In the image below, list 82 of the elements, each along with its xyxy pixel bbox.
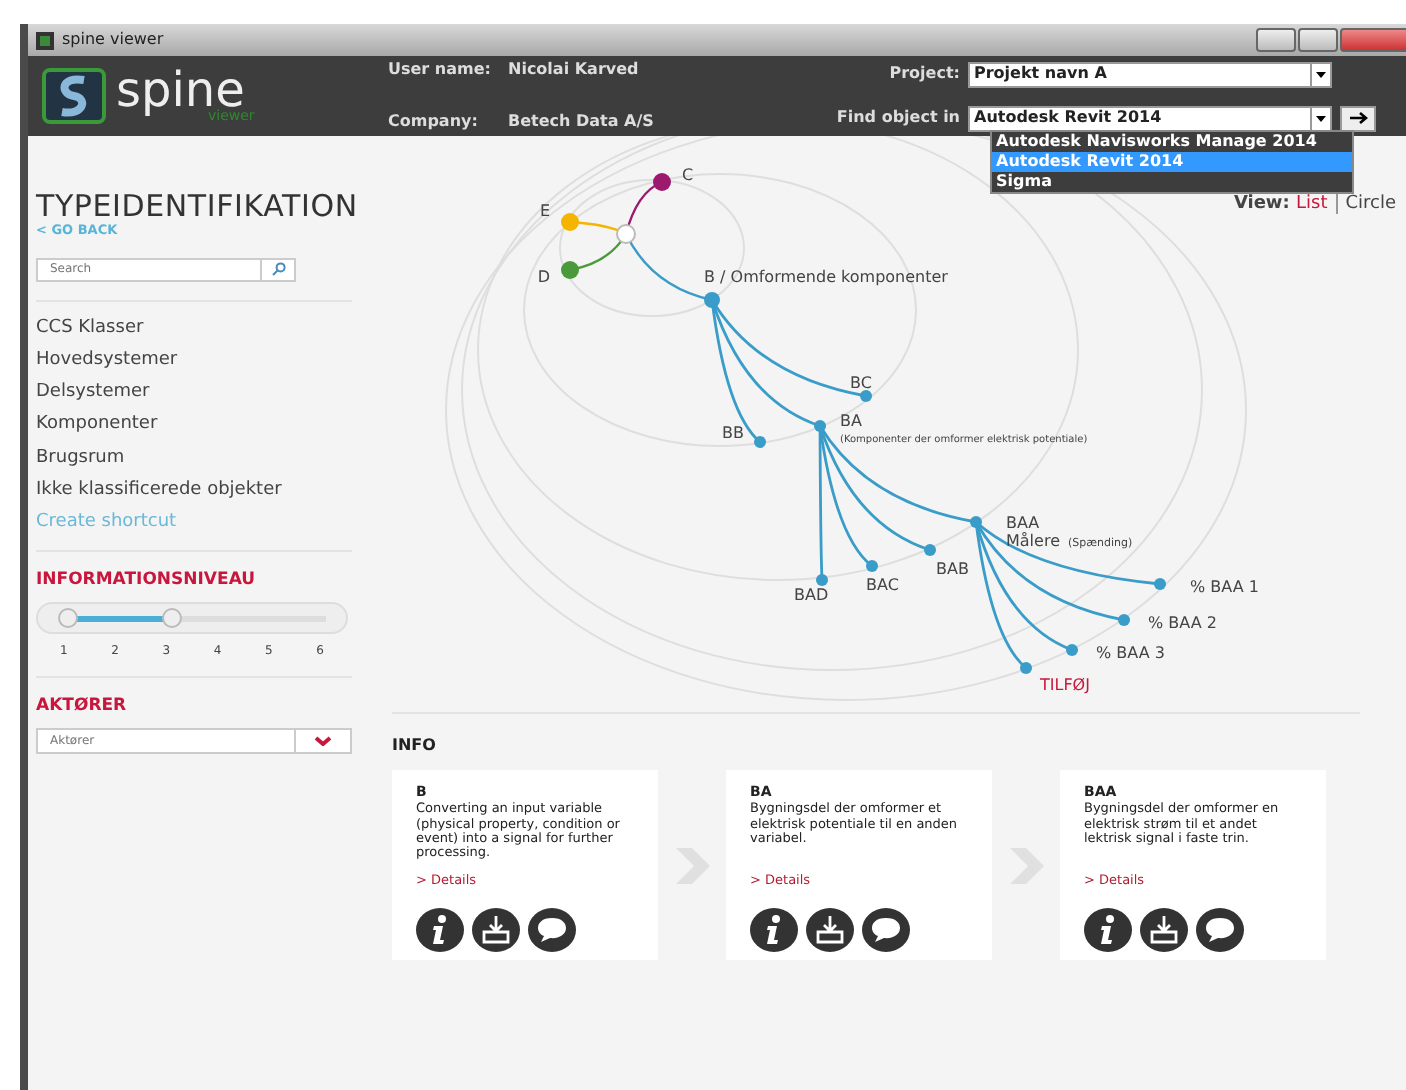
sidebar-item[interactable]: Delsystemer <box>36 376 372 409</box>
node-dot[interactable] <box>1020 662 1032 674</box>
view-label: View: <box>1233 194 1292 214</box>
view-tab[interactable]: List <box>1295 194 1328 214</box>
dropdown-toggle-button[interactable] <box>296 727 352 754</box>
sidebar-item[interactable]: Ikke klassificerede objekter <box>36 473 372 506</box>
info-icon[interactable] <box>416 908 464 953</box>
close-button[interactable] <box>1340 28 1406 52</box>
node-dot[interactable] <box>970 516 982 528</box>
info-icon[interactable] <box>750 908 798 953</box>
node-dot[interactable] <box>704 292 720 308</box>
dropdown-option[interactable]: Autodesk Navisworks Manage 2014 <box>992 132 1352 152</box>
search-icon[interactable] <box>271 262 285 277</box>
node-label: BAA <box>1006 514 1040 532</box>
chevron-down-icon <box>314 735 332 746</box>
node-label: C <box>682 166 694 184</box>
comment-icon[interactable] <box>528 908 576 953</box>
info-icon[interactable] <box>1084 908 1132 953</box>
node-label: BAB <box>936 560 969 578</box>
sidebar-item[interactable]: CCS Klasser <box>36 311 372 344</box>
node-label: B / Omformende komponenter <box>704 268 948 286</box>
node-dot[interactable] <box>561 213 579 231</box>
find-dropdown[interactable]: Autodesk Revit 2014 <box>968 105 1332 131</box>
sidebar-item[interactable]: Komponenter <box>36 408 372 442</box>
find-label: Find object in <box>834 106 962 130</box>
search-button[interactable] <box>262 257 296 282</box>
caret-icon <box>1316 115 1326 121</box>
section-title: AKTØRER <box>36 693 129 720</box>
comment-icon[interactable] <box>1196 908 1244 953</box>
sidebar-item[interactable]: Brugsrum <box>36 441 372 474</box>
node-dot[interactable] <box>816 574 828 586</box>
node-label: % BAA 2 <box>1148 614 1217 632</box>
node-dot[interactable] <box>1066 644 1078 656</box>
download-icon[interactable] <box>1140 908 1188 953</box>
user-name: Nicolai Karved <box>508 58 641 82</box>
node-label: Målere <box>1006 532 1060 550</box>
page-title: TYPEIDENTIFIKATION <box>36 192 360 222</box>
node-label: BC <box>850 374 872 392</box>
company-name: Betech Data A/S <box>508 110 656 134</box>
company-label: Company: <box>388 110 480 134</box>
minimize-button[interactable] <box>1256 28 1296 52</box>
node-label: BA <box>840 412 862 430</box>
logo-icon <box>40 66 108 126</box>
node-dot[interactable] <box>924 544 936 556</box>
project-label: Project: <box>887 62 962 86</box>
slider-handle[interactable] <box>161 607 182 628</box>
node-dot[interactable] <box>653 173 671 191</box>
node-dot[interactable] <box>754 436 766 448</box>
sidebar-item[interactable]: Hovedsystemer <box>36 343 372 377</box>
section-title: INFORMATIONSNIVEAU <box>36 568 258 594</box>
project-dropdown[interactable]: Projekt navn A <box>968 61 1332 87</box>
user-label: User name: <box>388 58 493 82</box>
view-tab[interactable]: Circle <box>1345 194 1396 214</box>
node-label: % BAA 3 <box>1096 644 1165 662</box>
download-icon[interactable] <box>806 908 854 953</box>
node-label: D <box>537 268 550 286</box>
node-dot[interactable] <box>1154 578 1166 590</box>
slider-handle[interactable] <box>58 607 78 628</box>
node-dot[interactable] <box>1118 614 1130 626</box>
node-label: BAD <box>794 586 829 604</box>
node-dot[interactable] <box>561 261 579 279</box>
download-icon[interactable] <box>472 908 520 953</box>
node-dot[interactable] <box>814 420 826 432</box>
app-icon <box>36 31 54 49</box>
arrow-icon <box>1349 112 1367 124</box>
node-label: E <box>539 202 550 220</box>
node-dot[interactable] <box>860 390 872 402</box>
node-label: BAC <box>866 576 899 594</box>
node-dot[interactable] <box>866 560 878 572</box>
caret-icon <box>1316 71 1326 77</box>
root-node[interactable] <box>616 224 636 244</box>
window-title: spine viewer <box>62 28 164 52</box>
logo-text: spine <box>116 65 245 114</box>
section-title: INFO <box>392 734 438 758</box>
comment-icon[interactable] <box>862 908 910 953</box>
add-link[interactable]: TILFØJ <box>1040 676 1090 694</box>
range-slider[interactable] <box>36 601 348 634</box>
maximize-button[interactable] <box>1298 28 1338 52</box>
go-button[interactable] <box>1340 105 1376 131</box>
node-label: % BAA 1 <box>1190 578 1259 596</box>
node-label: BB <box>722 424 744 442</box>
dropdown-option[interactable]: Sigma <box>992 172 1352 192</box>
